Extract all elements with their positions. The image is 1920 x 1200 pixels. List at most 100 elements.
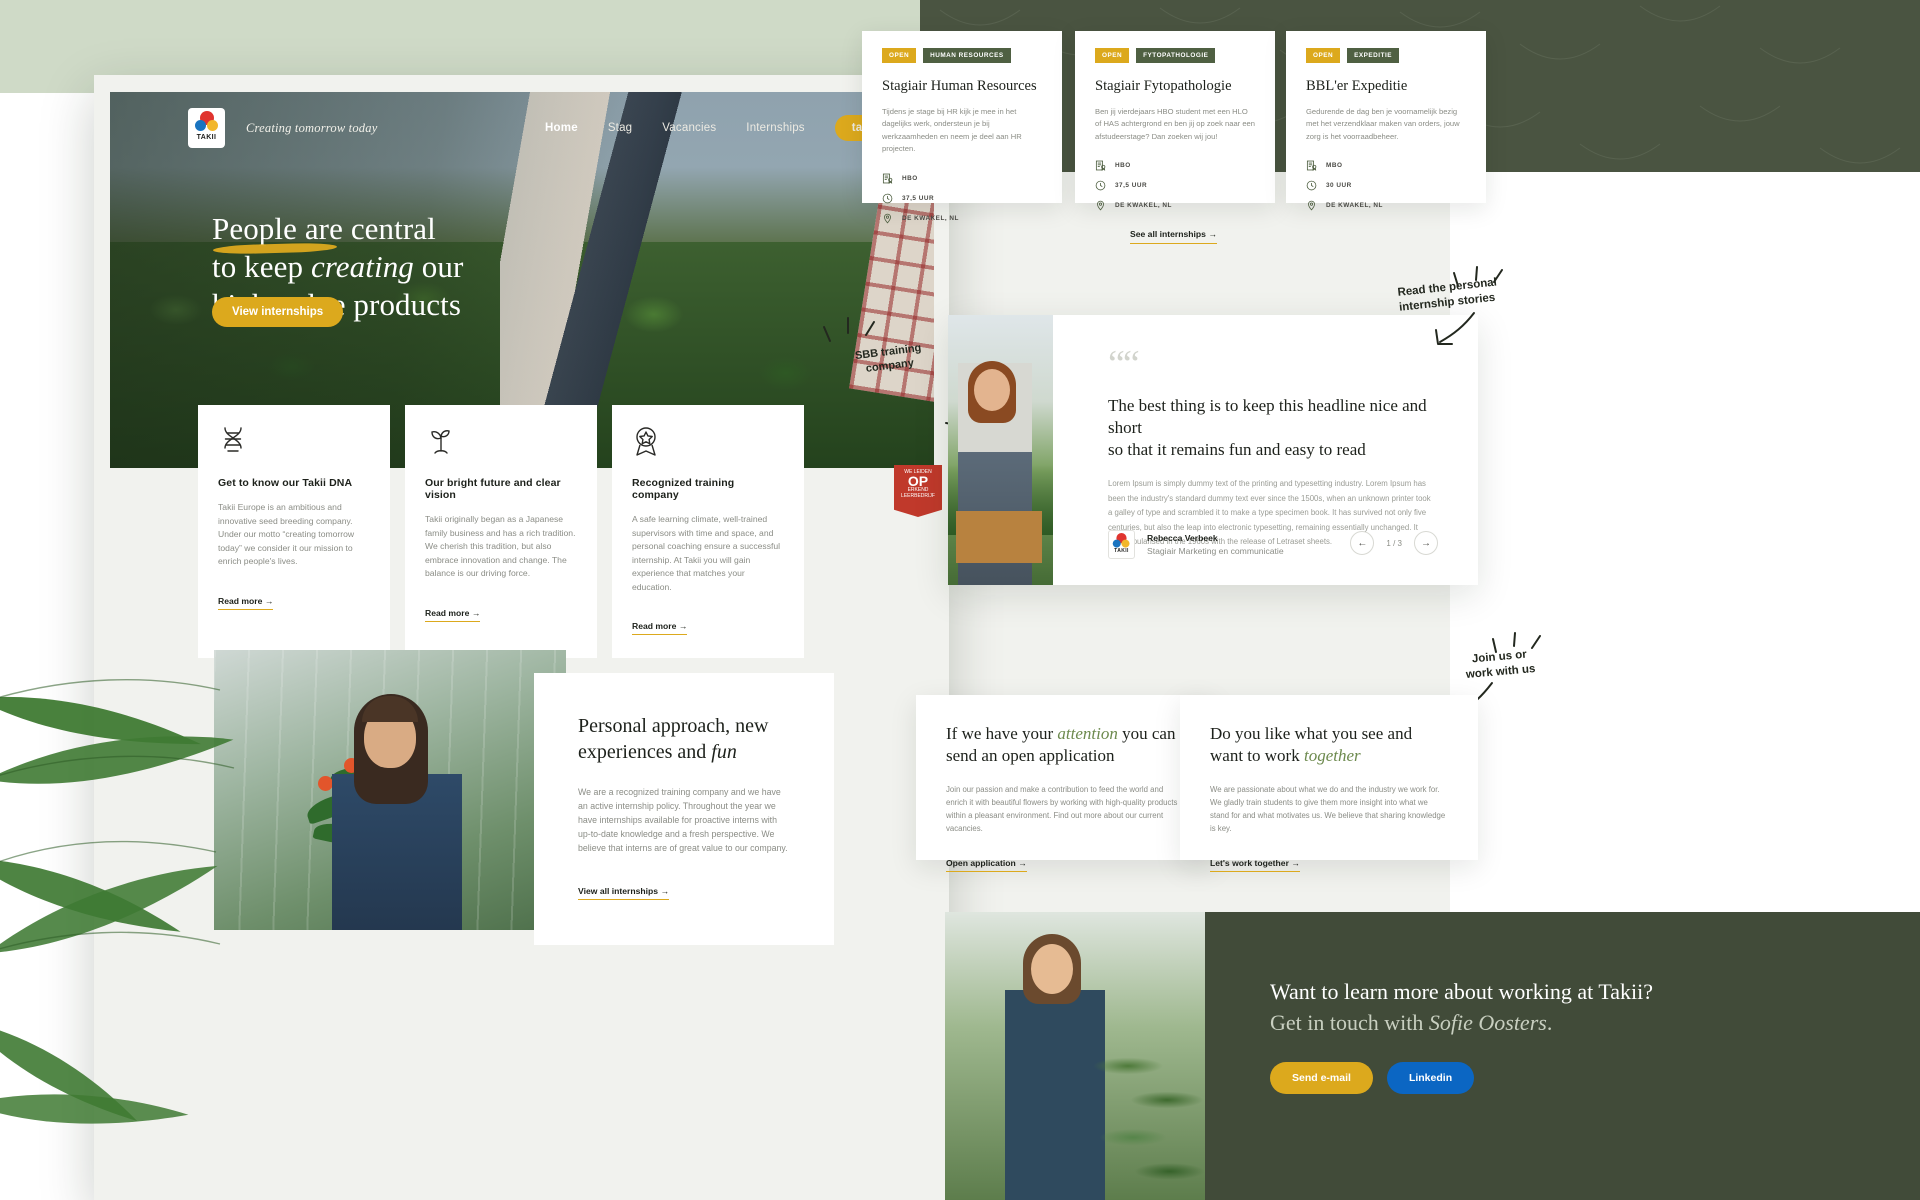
carousel-pager: 1 / 3 [1386,538,1402,548]
cta-card-title: Do you like what you see and want to wor… [1210,723,1448,767]
testimonial-author: TAKII Rebecca Verbeek Stagiair Marketing… [1108,530,1284,559]
face [1031,944,1073,994]
pa-title-line1: Personal approach, new [578,715,769,737]
job-meta-label: 30 UUR [1326,182,1352,190]
job-meta-row: HBO [1095,160,1255,171]
feature-card-body: A safe learning climate, well-trained su… [632,514,781,592]
author-name: Rebecca Verbeek [1147,532,1218,543]
job-meta-label: 37,5 UUR [1115,182,1148,190]
job-card-tags: OPEN FYTOPATHOLOGIE [1095,48,1255,63]
job-card[interactable]: OPEN HUMAN RESOURCES Stagiair Human Reso… [862,31,1062,224]
feature-card-body: Takii originally began as a Japanese fam… [425,514,576,578]
feature-card-title: Our bright future and clear vision [425,477,561,501]
crate [956,511,1042,563]
pin-icon [1097,200,1104,211]
avatar: TAKII [1108,530,1135,559]
job-meta-label: HBO [1115,162,1131,170]
view-all-internships-link[interactable]: View all internships → [578,886,670,900]
feature-card-title: Get to know our Takii DNA [218,477,353,489]
job-card-body: Tijdens je stage bij HR kijk je mee in h… [882,107,1022,154]
job-card[interactable]: OPEN EXPEDITIE BBL'er Expeditie Gedurend… [1286,31,1486,211]
nav-item-stag[interactable]: Stag [608,122,632,134]
feature-card[interactable]: Get to know our Takii DNA Takii Europe i… [198,405,390,658]
cta-card-open-application[interactable]: If we have your attention you can send a… [916,695,1214,872]
cta-card-work-together[interactable]: Do you like what you see and want to wor… [1180,695,1478,872]
linkedin-button[interactable]: Linkedin [1386,1062,1475,1094]
feature-card-list: Get to know our Takii DNA Takii Europe i… [198,405,804,658]
job-meta-row: DE KWAKEL, NL [1306,200,1466,211]
author-role: Stagiair Marketing en communicatie [1147,545,1284,556]
footer-contact-name: Sofie Oosters [1428,1010,1547,1035]
feature-card-title: Recognized training company [632,477,735,501]
brand-tagline: Creating tomorrow today [246,120,378,135]
job-card-title: BBL'er Expeditie [1306,78,1408,94]
hero-headline-line2-pre: to keep [212,249,311,284]
job-meta-label: DE KWAKEL, NL [1115,202,1172,210]
job-card-body: Gedurende de dag ben je voornamelijk bez… [1306,107,1460,141]
job-card-tags: OPEN HUMAN RESOURCES [882,48,1042,63]
job-meta-row: MBO [1306,160,1466,171]
cta-title-post: you can [1117,724,1176,743]
cta-lets-work-together-link[interactable]: Let's work together → [1210,858,1300,872]
job-status-tag: OPEN [882,48,917,63]
footer-buttons: Send e-mail Linkedin [1270,1062,1475,1094]
annotation-arrow-icon [1435,312,1475,345]
job-status-tag: OPEN [1095,48,1130,63]
sprout-icon [425,425,577,459]
carousel-next-button[interactable]: → [1414,531,1438,555]
job-department-tag: EXPEDITIE [1347,48,1400,63]
cta-open-application-link[interactable]: Open application → [946,858,1027,872]
footer-headline-line2-post: . [1546,1010,1553,1035]
diploma-icon [1095,160,1106,171]
pin-icon [884,213,891,224]
testimonial-headline: The best thing is to keep this headline … [1108,395,1432,461]
job-department-tag: HUMAN RESOURCES [923,48,1011,63]
personal-approach-title: Personal approach, new experiences and f… [578,713,790,765]
job-card-meta: MBO 30 UUR DE KWAKEL, NL [1306,160,1466,211]
nav-item-internships[interactable]: Internships [746,122,804,134]
takii-logo-mark-icon [1112,533,1130,548]
fern-foliage [1089,1032,1205,1200]
nav-item-vacancies[interactable]: Vacancies [662,122,716,134]
footer-photo [945,912,1205,1200]
feature-card-readmore-link[interactable]: Read more → [632,621,688,635]
job-card-meta: HBO 37,5 UUR DE KWAKEL, NL [1095,160,1255,211]
cta-title-emphasis: together [1303,746,1361,765]
feature-card[interactable]: Recognized training company A safe learn… [612,405,804,658]
job-meta-row: 37,5 UUR [882,193,1042,204]
nav-links: Home Stag Vacancies Internships takii.eu [545,115,910,141]
takii-logo[interactable]: TAKII [188,108,225,148]
cta-card-body: Join our passion and make a contribution… [946,785,1178,833]
mockup-stage: TAKII Creating tomorrow today Home Stag … [0,0,1920,1200]
feature-card[interactable]: Our bright future and clear vision Takii… [405,405,597,658]
footer-headline-line2-pre: Get in touch with [1270,1010,1429,1035]
job-card-body: Ben jij vierdejaars HBO student met een … [1095,107,1255,141]
dna-icon [218,425,370,459]
hero-headline-line2-post: our [413,249,464,284]
feature-card-readmore-link[interactable]: Read more → [425,607,481,622]
personal-approach-photo [214,650,566,930]
footer-headline: Want to learn more about working at Taki… [1270,976,1790,1038]
cta-title-line2: send an open application [946,746,1115,765]
job-meta-label: MBO [1326,162,1343,170]
cta-title-line1: Do you like what you see and [1210,724,1413,743]
job-card-title: Stagiair Human Resources [882,78,1037,94]
diploma-icon [882,173,893,184]
face [974,369,1010,411]
cta-title-pre: If we have your [946,724,1058,743]
see-all-internships-link[interactable]: See all internships → [1130,229,1217,244]
footer-copy: Want to learn more about working at Taki… [1270,976,1790,1038]
hero-headline-line1: People are central [212,211,436,246]
cta-title-emphasis: attention [1057,724,1118,743]
job-meta-row: HBO [882,173,1042,184]
feature-card-readmore-link[interactable]: Read more → [218,595,274,610]
hero-cta-view-internships[interactable]: View internships [212,297,344,327]
annotation-ticks-icon [823,317,875,342]
job-card[interactable]: OPEN FYTOPATHOLOGIE Stagiair Fytopatholo… [1075,31,1275,211]
carousel-prev-button[interactable]: ← [1350,531,1375,555]
send-email-button[interactable]: Send e-mail [1270,1062,1373,1094]
nav-item-home[interactable]: Home [545,122,578,134]
sbb-training-badge: WE LEIDEN OP ERKEND LEERBEDRIJF [894,465,942,517]
clock-icon [1095,180,1106,191]
clock-icon [1306,180,1317,191]
